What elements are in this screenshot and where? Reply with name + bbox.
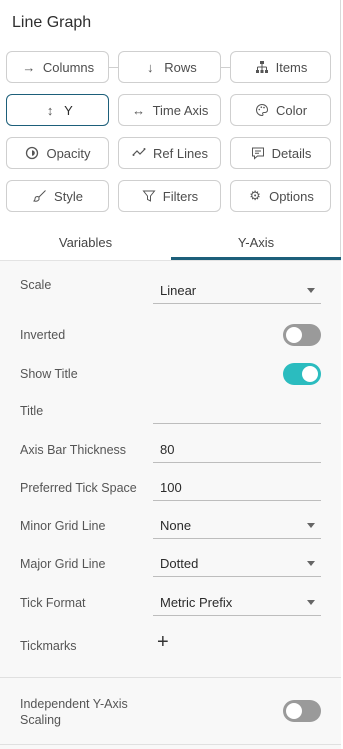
chevron-down-icon xyxy=(307,600,315,605)
tick-format-label: Tick Format xyxy=(20,596,86,610)
opacity-label: Opacity xyxy=(46,145,91,161)
toggle-knob xyxy=(286,703,302,719)
y-label: Y xyxy=(64,102,73,118)
inverted-toggle[interactable] xyxy=(283,324,321,346)
preferred-tick-space-input[interactable]: 100 xyxy=(153,475,321,501)
chevron-down-icon xyxy=(307,561,315,566)
independent-scaling-toggle[interactable] xyxy=(283,700,321,722)
scale-value: Linear xyxy=(160,283,197,298)
details-button[interactable]: Details xyxy=(230,137,331,169)
chevron-down-icon xyxy=(307,523,315,528)
minor-grid-line-label: Minor Grid Line xyxy=(20,519,106,533)
time-axis-button[interactable]: ↔ Time Axis xyxy=(118,94,221,126)
ref-lines-icon xyxy=(131,145,147,161)
tab-y-axis[interactable]: Y-Axis xyxy=(171,224,341,260)
toggle-knob xyxy=(286,327,302,343)
filters-button[interactable]: Filters xyxy=(118,180,221,212)
options-button[interactable]: ⚙ Options xyxy=(230,180,331,212)
major-grid-line-select[interactable]: Dotted xyxy=(153,551,321,577)
items-button[interactable]: Items xyxy=(230,51,331,83)
options-label: Options xyxy=(269,188,314,204)
ref-lines-button[interactable]: Ref Lines xyxy=(118,137,221,169)
ref-lines-label: Ref Lines xyxy=(153,145,208,161)
axis-bar-thickness-input[interactable]: 80 xyxy=(153,437,321,463)
connector xyxy=(221,67,230,68)
horizontal-arrows-icon: ↔ xyxy=(132,102,146,118)
title-input[interactable] xyxy=(153,398,321,424)
filter-icon xyxy=(141,188,157,204)
plus-icon[interactable]: + xyxy=(157,632,169,652)
preferred-tick-space-label: Preferred Tick Space xyxy=(20,481,137,495)
major-grid-line-value: Dotted xyxy=(160,556,199,571)
time-axis-label: Time Axis xyxy=(152,102,209,118)
scale-label: Scale xyxy=(20,278,52,292)
tab-bar: Variables Y-Axis xyxy=(0,224,341,260)
show-title-label: Show Title xyxy=(20,367,78,381)
divider xyxy=(0,744,341,745)
title-label: Title xyxy=(20,404,44,418)
rows-label: Rows xyxy=(164,59,197,75)
style-button[interactable]: Style xyxy=(6,180,109,212)
axis-bar-thickness-label: Axis Bar Thickness xyxy=(20,443,127,457)
palette-icon xyxy=(254,102,270,118)
minor-grid-line-value: None xyxy=(160,518,192,533)
filters-label: Filters xyxy=(162,188,199,204)
brush-icon xyxy=(32,188,48,204)
independent-scaling-label: Independent Y-Axis Scaling xyxy=(20,696,128,728)
color-label: Color xyxy=(275,102,308,118)
y-button[interactable]: ↕ Y xyxy=(6,94,109,126)
independent-scaling-label-line2: Scaling xyxy=(20,713,61,727)
arrow-right-icon: → xyxy=(22,59,36,75)
color-button[interactable]: Color xyxy=(230,94,331,126)
gear-icon: ⚙ xyxy=(249,188,261,203)
tick-format-value: Metric Prefix xyxy=(160,595,233,610)
details-label: Details xyxy=(271,145,312,161)
inverted-label: Inverted xyxy=(20,328,66,342)
hierarchy-icon xyxy=(254,59,270,75)
tab-variables[interactable]: Variables xyxy=(0,224,171,260)
arrow-down-icon: ↓ xyxy=(146,59,154,75)
chevron-down-icon xyxy=(307,288,315,293)
opacity-button[interactable]: Opacity xyxy=(6,137,109,169)
toggle-knob xyxy=(302,366,318,382)
scale-select[interactable]: Linear xyxy=(153,278,321,304)
major-grid-line-label: Major Grid Line xyxy=(20,557,106,571)
tick-format-select[interactable]: Metric Prefix xyxy=(153,590,321,616)
columns-label: Columns xyxy=(42,59,95,75)
details-icon xyxy=(250,145,266,161)
panel-title: Line Graph xyxy=(12,14,92,31)
settings-panel: Line Graph → Columns ↓ Rows Items ↕ Y ↔ … xyxy=(0,0,341,749)
divider xyxy=(0,677,341,678)
opacity-icon xyxy=(24,145,40,161)
vertical-arrows-icon: ↕ xyxy=(46,102,54,118)
show-title-toggle[interactable] xyxy=(283,363,321,385)
style-label: Style xyxy=(54,188,83,204)
columns-button[interactable]: → Columns xyxy=(6,51,109,83)
items-label: Items xyxy=(275,59,308,75)
minor-grid-line-select[interactable]: None xyxy=(153,513,321,539)
connector xyxy=(109,67,118,68)
rows-button[interactable]: ↓ Rows xyxy=(118,51,221,83)
independent-scaling-label-line1: Independent Y-Axis xyxy=(20,697,128,711)
tickmarks-label: Tickmarks xyxy=(20,639,77,653)
